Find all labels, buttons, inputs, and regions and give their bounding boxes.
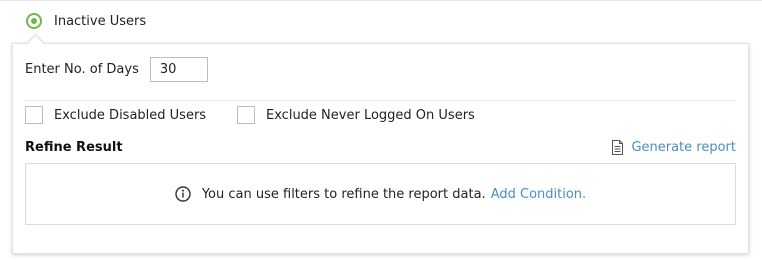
exclude-disabled-checkbox[interactable]	[25, 106, 43, 124]
add-condition-link[interactable]: Add Condition.	[491, 187, 586, 202]
exclude-never-logged-option[interactable]: Exclude Never Logged On Users	[237, 106, 475, 124]
exclude-disabled-label: Exclude Disabled Users	[54, 107, 207, 123]
filter-hint-text: You can use filters to refine the report…	[201, 186, 486, 202]
radio-selected-icon[interactable]	[26, 13, 42, 29]
exclude-never-logged-checkbox[interactable]	[237, 106, 255, 124]
top-divider	[0, 0, 762, 1]
generate-report-label[interactable]: Generate report	[631, 140, 736, 155]
radio-dot	[31, 18, 37, 24]
refine-result-title: Refine Result	[25, 140, 123, 155]
filter-area: You can use filters to refine the report…	[25, 163, 736, 225]
document-icon	[612, 140, 624, 155]
exclude-disabled-option[interactable]: Exclude Disabled Users	[25, 106, 206, 124]
section-divider	[25, 100, 736, 101]
inactive-users-option[interactable]: Inactive Users	[26, 11, 146, 31]
info-icon	[175, 186, 191, 202]
inactive-users-label: Inactive Users	[54, 13, 147, 29]
generate-report-link[interactable]: Generate report	[611, 140, 736, 155]
inactive-users-panel: Enter No. of Days Exclude Disabled Users…	[12, 43, 749, 254]
days-row: Enter No. of Days	[25, 57, 208, 82]
exclude-never-logged-label: Exclude Never Logged On Users	[266, 107, 475, 123]
days-input[interactable]	[149, 57, 208, 82]
days-label: Enter No. of Days	[25, 62, 139, 77]
